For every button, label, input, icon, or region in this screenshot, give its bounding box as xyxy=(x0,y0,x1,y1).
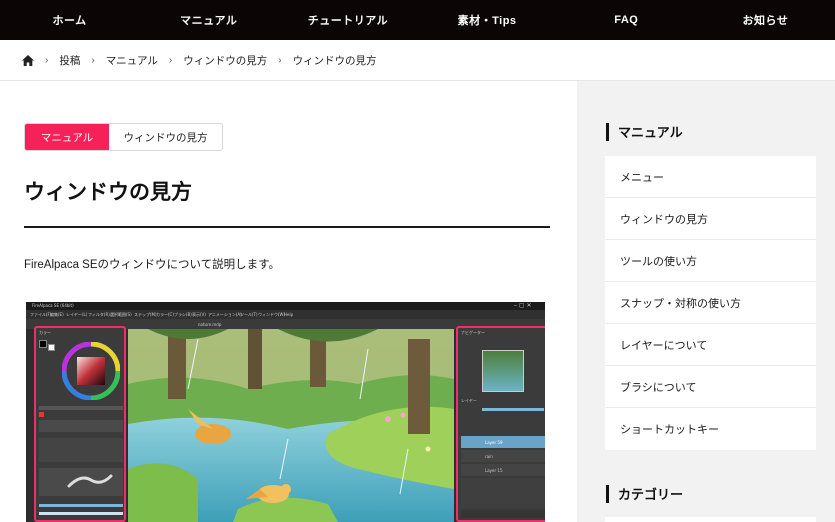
sidebar-item-layers[interactable]: レイヤーについて xyxy=(605,324,816,366)
app-menu-window: ウィンドウ(W) xyxy=(258,312,286,317)
app-menu-step: ステップ(M) xyxy=(134,312,157,317)
layer-row-selected[interactable]: Layer 59 xyxy=(461,436,545,448)
top-nav: ホーム マニュアル チュートリアル 素材・Tips FAQ お知らせ xyxy=(0,0,835,40)
nav-manual[interactable]: マニュアル xyxy=(139,0,278,40)
title-divider xyxy=(24,226,550,228)
heading-bar xyxy=(606,484,609,503)
navigator-title: ナビゲーター xyxy=(461,330,485,335)
chevron-right-icon: › xyxy=(278,54,282,66)
app-menu-brush: ブラシ(B) xyxy=(174,312,192,317)
app-doc-tab: nature.mdp xyxy=(198,322,222,327)
sidebar-item-snap[interactable]: スナップ・対称の使い方 xyxy=(605,282,816,324)
heading-bar xyxy=(606,122,609,141)
tag-manual[interactable]: マニュアル xyxy=(25,124,109,150)
layer-name: Layer 59 xyxy=(485,440,503,445)
app-titlebar: FireAlpaca SE (64bit) – ▢ ✕ xyxy=(26,302,545,310)
app-menu-select: 選択範囲(S) xyxy=(110,312,132,317)
breadcrumb-current: ウィンドウの見方 xyxy=(292,54,377,67)
sidebar-item-window[interactable]: ウィンドウの見方 xyxy=(605,198,816,240)
app-menu-animation: アニメーション(A) xyxy=(208,312,242,317)
nav-faq[interactable]: FAQ xyxy=(557,0,696,40)
tag-group: マニュアル ウィンドウの見方 xyxy=(24,123,223,151)
canvas-illustration xyxy=(128,329,454,522)
app-menu-filter: フィルタ(R) xyxy=(88,312,110,317)
app-menu-edit: 編集(E) xyxy=(50,312,64,317)
nav-materials-tips[interactable]: 素材・Tips xyxy=(418,0,557,40)
sidebar-item-shortcuts[interactable]: ショートカットキー xyxy=(605,408,816,450)
brush-opacity-slider[interactable] xyxy=(39,512,123,515)
palette-area xyxy=(39,420,123,432)
chevron-right-icon: › xyxy=(45,54,49,66)
brush-size-slider[interactable] xyxy=(39,504,123,507)
secondary-color-swatch[interactable] xyxy=(48,344,55,351)
breadcrumb-posts[interactable]: 投稿 xyxy=(59,53,80,68)
brush-preview-area xyxy=(39,468,123,496)
sidebar-heading-manual: マニュアル xyxy=(606,122,683,141)
app-menubar: ファイル(F) 編集(E) レイヤー(L) フィルタ(R) 選択範囲(S) ステ… xyxy=(26,310,545,319)
layer-name: rain xyxy=(485,454,493,459)
color-history-bar xyxy=(39,406,123,410)
window-controls-icon: – ▢ ✕ xyxy=(514,302,532,309)
nav-news[interactable]: お知らせ xyxy=(696,0,835,40)
home-icon[interactable] xyxy=(22,54,34,66)
app-menu-tool: ツール(T) xyxy=(240,312,258,317)
layer-tool-row xyxy=(461,510,545,518)
chevron-right-icon: › xyxy=(168,54,173,66)
breadcrumb: › 投稿 › マニュアル › ウィンドウの見方 › ウィンドウの見方 xyxy=(0,40,835,81)
page-title: ウィンドウの見方 xyxy=(24,181,192,204)
breadcrumb-category[interactable]: ウィンドウの見方 xyxy=(183,53,267,68)
sidebar-menu: メニュー ウィンドウの見方 ツールの使い方 スナップ・対称の使い方 レイヤーにつ… xyxy=(605,156,816,450)
history-swatch[interactable] xyxy=(39,412,44,417)
tag-window[interactable]: ウィンドウの見方 xyxy=(109,124,222,150)
app-menu-help: Help xyxy=(284,312,294,317)
layer-row[interactable]: Layer 15 xyxy=(461,464,545,476)
sidebar-item-menu[interactable]: メニュー xyxy=(605,156,816,198)
sidebar-heading-label: カテゴリー xyxy=(618,487,684,502)
navigator-thumbnail[interactable] xyxy=(482,350,524,392)
chevron-right-icon: › xyxy=(91,54,95,66)
app-menu-view: 表示(V) xyxy=(192,312,206,317)
color-panel-title: カラー xyxy=(39,330,51,335)
breadcrumb-manual[interactable]: マニュアル xyxy=(106,53,158,68)
primary-color-swatch[interactable] xyxy=(39,340,47,348)
layer-opacity-slider[interactable] xyxy=(482,408,544,411)
app-menu-color: カラー(C) xyxy=(156,312,174,317)
nav-home[interactable]: ホーム xyxy=(0,0,139,40)
intro-text: FireAlpaca SEのウィンドウについて説明します。 xyxy=(24,259,281,271)
layer-list-empty xyxy=(461,478,545,508)
layer-name: Layer 15 xyxy=(485,468,503,473)
sidebar-item-brush[interactable]: ブラシについて xyxy=(605,366,816,408)
category-list-top xyxy=(605,517,816,522)
sidebar-item-tools[interactable]: ツールの使い方 xyxy=(605,240,816,282)
app-menu-layer: レイヤー(L) xyxy=(66,312,88,317)
nav-tutorial[interactable]: チュートリアル xyxy=(278,0,417,40)
layer-row[interactable]: rain xyxy=(461,450,545,462)
app-menu-file: ファイル(F) xyxy=(30,312,52,317)
sidebar-heading-category: カテゴリー xyxy=(606,484,683,503)
color-palette-area xyxy=(39,438,123,462)
app-window-title: FireAlpaca SE (64bit) xyxy=(32,303,74,308)
brush-stroke-icon xyxy=(67,474,113,488)
app-screenshot: FireAlpaca SE (64bit) – ▢ ✕ ファイル(F) 編集(E… xyxy=(26,302,545,522)
layer-panel-title: レイヤー xyxy=(461,398,477,403)
sidebar-heading-label: マニュアル xyxy=(618,125,683,140)
color-panel: カラー xyxy=(34,326,126,522)
navigator-layer-panel: ナビゲーター レイヤー Layer 59 rain Layer 15 xyxy=(456,326,545,522)
color-wheel-icon[interactable] xyxy=(62,342,120,400)
